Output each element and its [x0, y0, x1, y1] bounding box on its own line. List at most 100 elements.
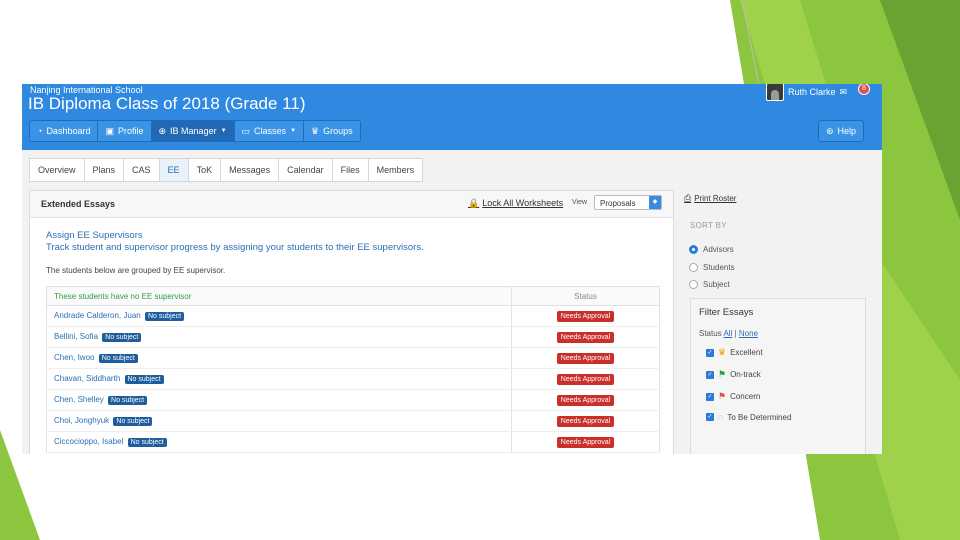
- filter-option-concern[interactable]: ✓ ⚑ Concern: [706, 391, 760, 402]
- status-badge[interactable]: Needs Approval: [556, 352, 615, 364]
- no-subject-badge[interactable]: No subject: [144, 312, 185, 321]
- tab-overview[interactable]: Overview: [30, 159, 85, 181]
- nav-label: Profile: [117, 126, 144, 136]
- checkbox[interactable]: ✓: [706, 370, 714, 379]
- filter-option-excellent[interactable]: ✓ ♛ Excellent: [706, 347, 763, 358]
- table-row: Chen, Shelley No subject Needs Approval: [46, 389, 660, 411]
- dashboard-icon: ◔: [37, 125, 43, 136]
- student-name-link[interactable]: Chavan, Siddharth: [54, 374, 120, 383]
- filter-label: On-track: [730, 370, 761, 379]
- sort-option-label: Subject: [703, 280, 730, 289]
- mail-icon[interactable]: ✉: [840, 87, 848, 97]
- nav-label: IB Manager: [170, 126, 217, 136]
- table-row: Andrade Calderon, Juan No subject Needs …: [46, 305, 660, 327]
- student-name-link[interactable]: Chen, Shelley: [54, 395, 104, 404]
- flag-icon: ⚑: [718, 391, 727, 401]
- select-arrows-icon: ◆: [649, 196, 661, 209]
- tab-files[interactable]: Files: [333, 159, 369, 181]
- view-select-value: Proposals: [600, 199, 636, 208]
- globe-icon: ⊕: [158, 125, 167, 136]
- filter-label: Excellent: [730, 348, 763, 357]
- circle-dashed-icon: ◌: [718, 412, 724, 422]
- chevron-down-icon: ▼: [220, 128, 227, 134]
- table-row: Ciccocioppo, Isabel No subject Needs App…: [46, 431, 660, 453]
- table-row: Bellini, Sofia No subject Needs Approval: [46, 326, 660, 348]
- ib-tabs: Overview Plans CAS EE ToK Messages Calen…: [29, 158, 424, 182]
- avatar[interactable]: [766, 84, 784, 101]
- checkbox[interactable]: ✓: [706, 392, 714, 401]
- page-title: IB Diploma Class of 2018 (Grade 11): [28, 94, 306, 113]
- filter-option-to-be-determined[interactable]: ✓ ◌ To Be Determined: [706, 412, 791, 422]
- lock-all-worksheets-link[interactable]: 🔒 Lock All Worksheets: [468, 198, 563, 208]
- nav-ib-manager[interactable]: ⊕ IB Manager ▼: [151, 121, 235, 141]
- filter-title: Filter Essays: [699, 307, 754, 318]
- status-header: Status: [511, 286, 660, 306]
- user-menu[interactable]: Ruth Clarke ✉ 8: [766, 84, 870, 101]
- lock-icon: 🔒: [468, 197, 480, 208]
- filter-essays-box: Filter Essays Status All | None ✓ ♛ Exce…: [690, 298, 866, 454]
- print-roster-link[interactable]: ⎙ Print Roster: [684, 193, 736, 204]
- no-subject-badge[interactable]: No subject: [127, 438, 167, 447]
- nav-profile[interactable]: ▣ Profile: [98, 121, 152, 141]
- trophy-icon: ♛: [311, 125, 320, 136]
- checkbox[interactable]: ✓: [706, 348, 714, 357]
- sort-option-label: Advisors: [703, 245, 734, 254]
- status-badge[interactable]: Needs Approval: [556, 394, 615, 406]
- table-row: Chavan, Siddharth No subject Needs Appro…: [46, 368, 660, 390]
- student-name-link[interactable]: Chen, Iwoo: [54, 353, 94, 362]
- app-header: Nanjing International School IB Diploma …: [22, 84, 882, 150]
- student-name-link[interactable]: Ciccocioppo, Isabel: [54, 437, 123, 446]
- status-separator: |: [734, 329, 737, 338]
- tab-cas[interactable]: CAS: [124, 159, 160, 181]
- no-subject-badge[interactable]: No subject: [113, 417, 153, 426]
- student-name-link[interactable]: Choi, Jonghyuk: [54, 416, 109, 425]
- radio-button[interactable]: [689, 263, 698, 272]
- nav-groups[interactable]: ♛ Groups: [304, 121, 360, 141]
- checkbox[interactable]: ✓: [706, 413, 714, 421]
- panel-title: Extended Essays: [41, 199, 116, 209]
- radio-button[interactable]: [689, 280, 698, 289]
- lock-link-label: Lock All Worksheets: [482, 198, 564, 208]
- status-none-link[interactable]: None: [739, 329, 758, 338]
- status-badge[interactable]: Needs Approval: [556, 436, 615, 448]
- nav-label: Dashboard: [46, 126, 91, 136]
- camera-icon: ▣: [105, 125, 114, 136]
- nav-classes[interactable]: ▭ Classes ▼: [234, 121, 305, 141]
- sort-option-advisors[interactable]: Advisors: [689, 245, 734, 254]
- radio-button[interactable]: [689, 245, 698, 254]
- view-select[interactable]: Proposals ◆: [594, 195, 662, 210]
- status-badge[interactable]: Needs Approval: [556, 415, 615, 427]
- no-subject-badge[interactable]: No subject: [108, 396, 148, 405]
- table-row: Chen, Iwoo No subject Needs Approval: [46, 347, 660, 369]
- sort-option-subject[interactable]: Subject: [689, 280, 730, 289]
- sort-by-label: SORT BY: [690, 221, 727, 230]
- no-subject-badge[interactable]: No subject: [102, 333, 142, 342]
- nav-label: Groups: [323, 126, 353, 136]
- tab-plans[interactable]: Plans: [85, 159, 125, 181]
- tab-members[interactable]: Members: [369, 159, 423, 181]
- no-subject-badge[interactable]: No subject: [124, 375, 164, 384]
- tab-ee[interactable]: EE: [159, 159, 189, 181]
- printer-icon: ⎙: [684, 193, 692, 203]
- status-badge[interactable]: Needs Approval: [556, 331, 615, 343]
- help-button[interactable]: ⊛ Help: [818, 120, 865, 142]
- assign-title: Assign EE Supervisors: [46, 230, 143, 241]
- status-all-link[interactable]: All: [723, 329, 732, 338]
- user-name[interactable]: Ruth Clarke: [788, 87, 836, 97]
- status-badge[interactable]: Needs Approval: [556, 310, 615, 322]
- no-subject-badge[interactable]: No subject: [98, 354, 138, 363]
- students-table: These students have no EE supervisor Sta…: [46, 286, 660, 453]
- tab-tok[interactable]: ToK: [189, 159, 222, 181]
- tab-messages[interactable]: Messages: [221, 159, 280, 181]
- filter-label: Concern: [730, 392, 761, 401]
- sort-option-students[interactable]: Students: [689, 263, 735, 272]
- student-name-link[interactable]: Bellini, Sofia: [54, 332, 98, 341]
- nav-dashboard[interactable]: ◔ Dashboard: [30, 121, 99, 141]
- status-badge[interactable]: Needs Approval: [556, 373, 615, 385]
- chevron-down-icon: ▼: [290, 128, 297, 134]
- filter-option-on-track[interactable]: ✓ ⚑ On-track: [706, 369, 761, 380]
- lifebuoy-icon: ⊛: [826, 125, 834, 136]
- student-name-link[interactable]: Andrade Calderon, Juan: [54, 311, 141, 320]
- tab-calendar[interactable]: Calendar: [279, 159, 333, 181]
- notification-badge[interactable]: 8: [858, 84, 870, 95]
